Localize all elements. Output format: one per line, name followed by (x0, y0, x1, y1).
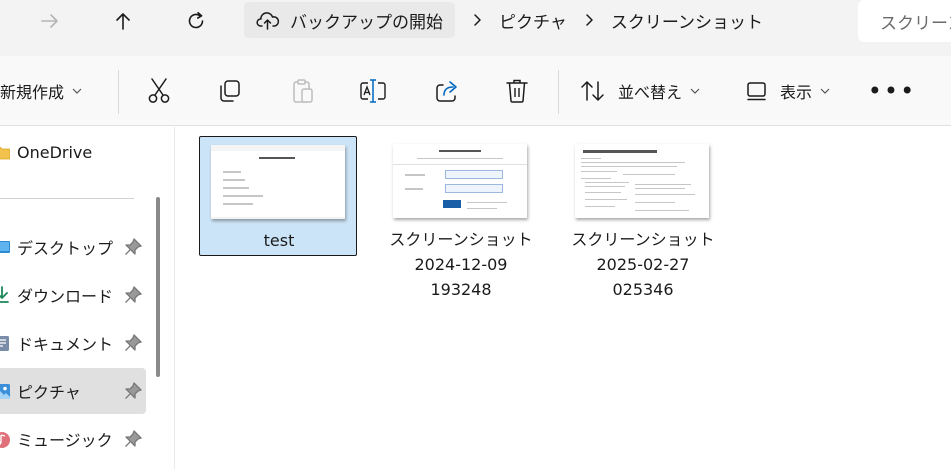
nav-item-label: ミュージック (17, 431, 113, 450)
copy-button[interactable] (210, 72, 248, 110)
nav-item-music[interactable]: ミュージック (0, 416, 146, 462)
sort-button[interactable]: 並べ替え (580, 72, 704, 110)
nav-item-label: OneDrive (17, 142, 93, 162)
chevron-right-icon[interactable] (567, 2, 611, 38)
chevron-down-icon (820, 88, 830, 94)
pin-icon[interactable] (124, 238, 142, 256)
command-bar: 新規作成 並べ替え 表示 ••• (0, 56, 951, 126)
search-placeholder: スクリーンショット (880, 13, 951, 34)
file-name-line: 025346 (612, 280, 674, 299)
share-button[interactable] (428, 72, 466, 110)
up-button[interactable] (103, 2, 143, 40)
forward-button[interactable] (30, 2, 70, 40)
more-icon: ••• (867, 77, 917, 105)
breadcrumb: バックアップの開始 ピクチャ スクリーンショット (244, 2, 763, 38)
command-divider (118, 70, 119, 114)
arrow-right-icon (41, 14, 58, 28)
file-item[interactable]: スクリーンショット 2024-12-09 193248 (382, 136, 540, 299)
nav-item-label: ピクチャ (17, 383, 81, 402)
file-name-line: 2025-02-27 (596, 255, 690, 274)
nav-item-downloads[interactable]: ダウンロード (0, 272, 146, 318)
copy-icon (220, 80, 240, 102)
file-explorer-window: バックアップの開始 ピクチャ スクリーンショット スクリーンショット 新規作成 (0, 0, 951, 469)
sort-icon (581, 81, 604, 101)
cloud-upload-icon (256, 12, 280, 30)
nav-divider (0, 198, 134, 199)
chevron-down-icon (690, 88, 700, 94)
file-name: test (263, 231, 295, 250)
pane-divider (174, 127, 175, 469)
command-divider (558, 70, 559, 114)
pin-icon[interactable] (124, 334, 142, 352)
download-icon (0, 286, 9, 303)
address-bar-row: バックアップの開始 ピクチャ スクリーンショット スクリーンショット (0, 0, 951, 56)
sort-label: 並べ替え (618, 83, 683, 102)
pin-icon[interactable] (124, 430, 142, 448)
view-label: 表示 (780, 83, 813, 102)
document-icon (0, 336, 9, 351)
trash-icon (506, 79, 528, 103)
folder-icon (0, 146, 10, 160)
arrow-up-icon (116, 13, 130, 30)
breadcrumb-item-pictures[interactable]: ピクチャ (499, 8, 567, 33)
nav-item-label: ダウンロード (17, 287, 114, 306)
navigation-pane: OneDrive デスクトップ ダウンロード ドキュメント ピクチャ ミュージッ… (0, 127, 168, 469)
layout-icon (747, 82, 766, 101)
file-name-line: 193248 (430, 280, 492, 299)
view-button[interactable]: 表示 (746, 72, 842, 110)
new-label: 新規作成 (0, 83, 65, 102)
file-thumbnail (393, 144, 527, 218)
chevron-right-icon[interactable] (455, 2, 499, 38)
file-thumbnail (575, 144, 709, 218)
share-icon (436, 81, 457, 102)
breadcrumb-label: バックアップの開始 (290, 12, 443, 33)
paste-icon (293, 79, 313, 103)
refresh-button[interactable] (176, 2, 216, 40)
nav-item-desktop[interactable]: デスクトップ (0, 224, 146, 270)
pictures-icon (0, 384, 10, 399)
music-icon (0, 432, 10, 448)
breadcrumb-item-backup[interactable]: バックアップの開始 (244, 2, 455, 38)
paste-button[interactable] (284, 72, 322, 110)
nav-scrollbar[interactable] (156, 197, 160, 377)
nav-item-onedrive[interactable]: OneDrive (0, 129, 146, 175)
file-name-line: スクリーンショット (389, 230, 533, 249)
file-item[interactable]: test (199, 136, 357, 256)
scissors-icon (148, 78, 170, 103)
nav-item-pictures[interactable]: ピクチャ (0, 368, 146, 414)
refresh-icon (188, 12, 204, 29)
rename-button[interactable] (354, 72, 392, 110)
pin-icon[interactable] (124, 382, 142, 400)
pin-icon[interactable] (124, 286, 142, 304)
nav-item-label: デスクトップ (17, 239, 114, 258)
file-thumbnail (211, 145, 345, 219)
cut-button[interactable] (140, 72, 178, 110)
more-options-button[interactable]: ••• (868, 72, 914, 110)
new-button[interactable]: 新規作成 (0, 72, 98, 110)
desktop-icon (0, 241, 10, 253)
file-name-line: スクリーンショット (571, 230, 715, 249)
breadcrumb-item-screenshots[interactable]: スクリーンショット (611, 8, 763, 33)
nav-item-documents[interactable]: ドキュメント (0, 320, 146, 366)
search-input[interactable]: スクリーンショット (858, 0, 951, 42)
chevron-down-icon (72, 88, 82, 94)
delete-button[interactable] (498, 72, 536, 110)
file-name-line: 2024-12-09 (414, 255, 508, 274)
rename-icon (360, 79, 386, 103)
nav-item-label: ドキュメント (17, 335, 114, 354)
file-item[interactable]: スクリーンショット 2025-02-27 025346 (564, 136, 722, 299)
